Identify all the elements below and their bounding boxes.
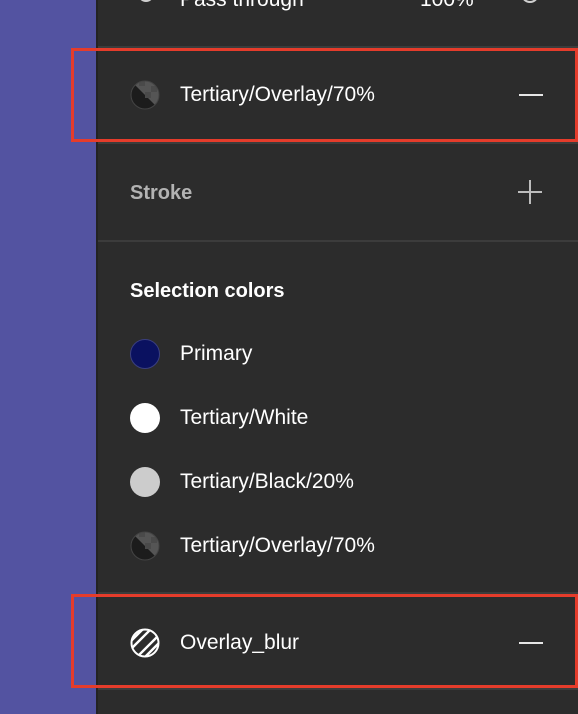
selection-color-item[interactable]: Tertiary/Black/20% [98,464,578,500]
properties-panel: Pass through 100% Tertiary/Overlay/70% [96,0,578,714]
layer-row: Pass through 100% [98,0,578,14]
selection-color-label: Primary [180,342,253,365]
plus-icon[interactable] [518,180,542,204]
half-dark-swatch-icon[interactable] [130,531,160,561]
selection-color-label: Tertiary/Black/20% [180,470,354,493]
visibility-eye-icon[interactable] [516,0,544,6]
white-color-swatch[interactable] [130,403,160,433]
selection-color-label: Tertiary/White [180,406,309,429]
selection-color-item[interactable]: Tertiary/White [98,400,578,436]
minus-icon[interactable] [519,642,543,644]
primary-color-swatch[interactable] [130,339,160,369]
hatched-effect-icon [130,628,160,658]
blur-effect-row[interactable]: Overlay_blur [98,594,578,688]
selection-colors-title: Selection colors [130,280,285,302]
blend-mode-icon[interactable] [136,0,156,6]
blend-mode-label[interactable]: Pass through [180,0,304,12]
selection-color-label: Tertiary/Overlay/70% [180,534,375,557]
effect-style-row[interactable]: Tertiary/Overlay/70% [98,48,578,142]
selection-color-item[interactable]: Primary [98,336,578,372]
stroke-section: Stroke [98,144,578,240]
black-20-color-swatch[interactable] [130,467,160,497]
stroke-title: Stroke [130,182,193,204]
opacity-value[interactable]: 100% [420,0,474,12]
canvas-area[interactable] [0,0,96,714]
selection-colors-section: Selection colors Primary Tertiary/White … [98,242,578,592]
divider [98,688,578,690]
screen: Pass through 100% Tertiary/Overlay/70% [0,0,578,714]
effect-style-name: Tertiary/Overlay/70% [180,83,375,106]
half-dark-swatch-icon [130,80,160,110]
minus-icon[interactable] [519,94,543,96]
selection-color-item[interactable]: Tertiary/Overlay/70% [98,528,578,564]
blur-style-name: Overlay_blur [180,631,300,654]
